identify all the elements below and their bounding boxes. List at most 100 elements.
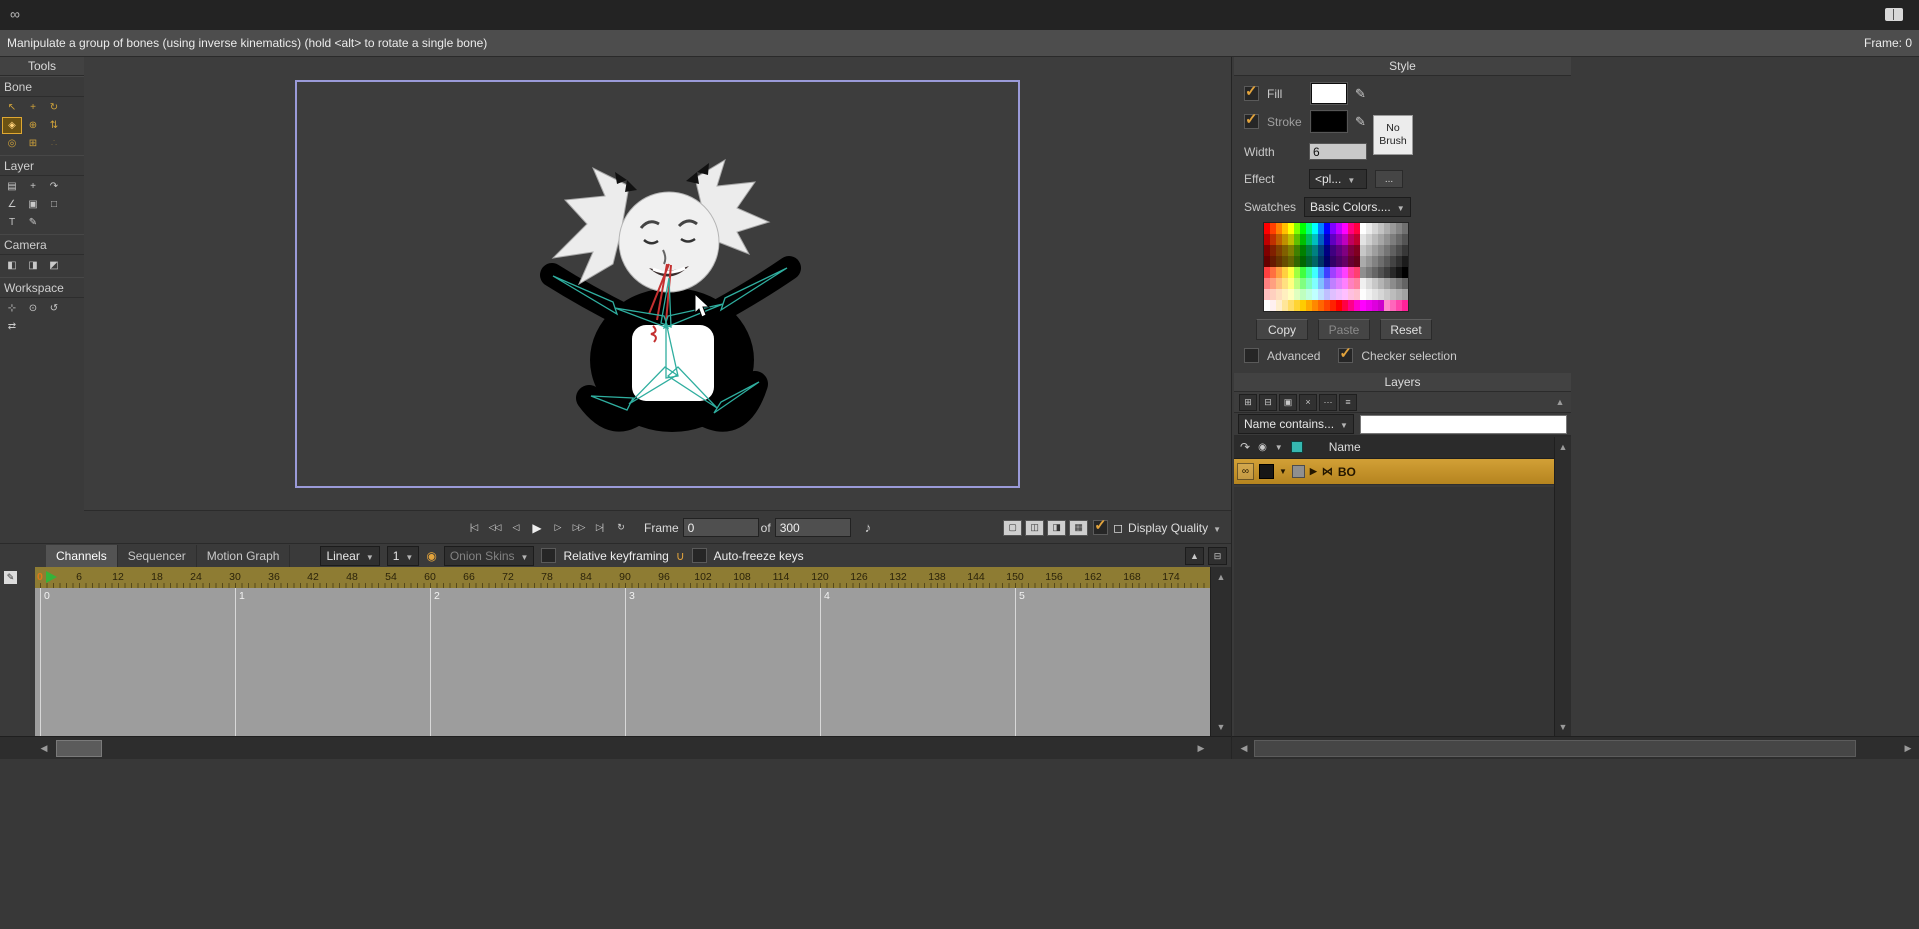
- layer-color-swatch[interactable]: [1259, 464, 1274, 479]
- more-layer-options-button[interactable]: ⋯: [1319, 394, 1337, 411]
- loop-button[interactable]: ↻: [611, 519, 630, 537]
- scroll-left-arrow[interactable]: [1236, 740, 1252, 756]
- fill-checkbox[interactable]: [1244, 86, 1259, 101]
- total-frames-input[interactable]: [775, 518, 851, 537]
- visibility-column-icon[interactable]: ◉: [1258, 442, 1267, 453]
- effect-dropdown[interactable]: <pl...: [1309, 169, 1367, 189]
- draw-tool[interactable]: ✎: [23, 214, 43, 231]
- rotate-layer-tool[interactable]: ↷: [44, 178, 64, 195]
- collapse-timeline-button[interactable]: ▲: [1185, 547, 1204, 565]
- relative-keyframing-checkbox[interactable]: [541, 548, 556, 563]
- stroke-width-input[interactable]: [1309, 143, 1367, 160]
- transform-layer-tool[interactable]: +: [23, 178, 43, 195]
- orbit-workspace-tool[interactable]: ⇄: [2, 318, 22, 335]
- color-swatch[interactable]: [1402, 278, 1408, 289]
- duplicate-layer-button[interactable]: ▣: [1279, 394, 1297, 411]
- translate-bone-tool[interactable]: +: [23, 99, 43, 116]
- color-swatch[interactable]: [1402, 300, 1408, 311]
- color-swatch[interactable]: [1402, 245, 1408, 256]
- tab-channels[interactable]: Channels: [46, 545, 118, 567]
- scroll-right-arrow[interactable]: [1193, 740, 1209, 756]
- bind-points-tool[interactable]: ∴: [44, 135, 64, 152]
- paste-style-button[interactable]: Paste: [1318, 319, 1370, 340]
- go-to-start-button[interactable]: |◁: [464, 519, 483, 537]
- frame-input[interactable]: [683, 518, 759, 537]
- pan-workspace-tool[interactable]: ⊹: [2, 300, 22, 317]
- onion-skins-dropdown[interactable]: Onion Skins: [444, 546, 535, 566]
- manipulate-bones-tool[interactable]: ◈: [2, 117, 22, 134]
- tab-sequencer[interactable]: Sequencer: [118, 545, 197, 567]
- rotate-bone-tool[interactable]: ↻: [44, 99, 64, 116]
- scroll-up-arrow[interactable]: [1555, 439, 1571, 455]
- color-swatch[interactable]: [1402, 256, 1408, 267]
- cycle-count-dropdown[interactable]: 1: [387, 546, 420, 566]
- bone-strength-tool[interactable]: ◎: [2, 135, 22, 152]
- copy-style-button[interactable]: Copy: [1256, 319, 1308, 340]
- crop-layer-tool[interactable]: □: [44, 196, 64, 213]
- fill-color-swatch[interactable]: [1311, 83, 1347, 104]
- edit-channels-icon[interactable]: ✎: [4, 571, 17, 584]
- zoom-workspace-tool[interactable]: ⊙: [23, 300, 43, 317]
- view-layout-split2-button[interactable]: ◫: [1025, 520, 1044, 536]
- prev-frame-button[interactable]: ◁: [506, 519, 525, 537]
- audio-toggle-icon[interactable]: ♪: [865, 520, 872, 535]
- next-keyframe-button[interactable]: ▷▷: [569, 519, 588, 537]
- color-swatch[interactable]: [1402, 223, 1408, 234]
- library-book-icon[interactable]: [1885, 8, 1903, 21]
- zoom-camera-tool[interactable]: ◨: [23, 257, 43, 274]
- reorder-column-icon[interactable]: ↷: [1240, 440, 1250, 454]
- timeline-horizontal-scrollbar[interactable]: [0, 736, 1231, 759]
- frame-ruler[interactable]: 0612182430364248546066727884909610210811…: [35, 567, 1211, 589]
- layer-expand-arrow-icon[interactable]: ▼: [1279, 467, 1287, 476]
- color-swatch[interactable]: [1402, 234, 1408, 245]
- selection-color-icon[interactable]: [1291, 441, 1303, 453]
- play-button[interactable]: ▶: [527, 519, 546, 537]
- layer-row[interactable]: ∞▼▶⋈BO: [1234, 459, 1571, 485]
- layer-comps-button[interactable]: ≡: [1339, 394, 1357, 411]
- scroll-thumb[interactable]: [1254, 740, 1856, 757]
- new-group-button[interactable]: ⊟: [1259, 394, 1277, 411]
- layer-visibility-swatch[interactable]: [1292, 465, 1305, 478]
- shear-layer-tool[interactable]: ∠: [2, 196, 22, 213]
- text-tool[interactable]: T: [2, 214, 22, 231]
- flip-layer-tool[interactable]: ▣: [23, 196, 43, 213]
- name-contains-dropdown[interactable]: Name contains...: [1238, 414, 1354, 434]
- safe-area-icon[interactable]: ◻: [1113, 521, 1123, 535]
- scroll-down-arrow[interactable]: [1213, 719, 1229, 735]
- go-to-end-button[interactable]: ▷|: [590, 519, 609, 537]
- swatches-dropdown[interactable]: Basic Colors....: [1304, 197, 1411, 217]
- scroll-up-arrow[interactable]: [1213, 569, 1229, 585]
- view-layout-quad-button[interactable]: ▦: [1069, 520, 1088, 536]
- checker-selection-checkbox[interactable]: [1338, 348, 1353, 363]
- scroll-left-arrow[interactable]: [36, 740, 52, 756]
- playhead-marker[interactable]: [46, 571, 57, 583]
- layer-name[interactable]: BO: [1338, 465, 1356, 479]
- effect-more-button[interactable]: ...: [1375, 170, 1403, 188]
- delete-layer-button[interactable]: ×: [1299, 394, 1317, 411]
- tab-motion-graph[interactable]: Motion Graph: [197, 545, 291, 567]
- advanced-checkbox[interactable]: [1244, 348, 1259, 363]
- layer-animate-icon[interactable]: ▶: [1310, 466, 1317, 477]
- interpolation-dropdown[interactable]: Linear: [320, 546, 379, 566]
- view-layout-single-button[interactable]: ▢: [1003, 520, 1022, 536]
- color-swatch[interactable]: [1402, 267, 1408, 278]
- timeline-tracks[interactable]: 012345: [35, 588, 1211, 737]
- display-quality-label[interactable]: Display Quality: [1128, 521, 1208, 535]
- layer-search-input[interactable]: [1360, 415, 1567, 434]
- stage-frame[interactable]: [295, 80, 1020, 488]
- bind-layer-tool[interactable]: ⊞: [23, 135, 43, 152]
- new-layer-button[interactable]: ⊞: [1239, 394, 1257, 411]
- scroll-right-arrow[interactable]: [1900, 740, 1916, 756]
- rotate-workspace-tool[interactable]: ↺: [44, 300, 64, 317]
- stroke-color-swatch[interactable]: [1311, 111, 1347, 132]
- roll-camera-tool[interactable]: ◩: [44, 257, 64, 274]
- layer-link-icon[interactable]: ∞: [1237, 463, 1254, 480]
- header-dropdown-arrow-icon[interactable]: ▼: [1275, 443, 1283, 452]
- stro ke-checkbox[interactable]: [1244, 114, 1259, 129]
- prev-keyframe-button[interactable]: ◁◁: [485, 519, 504, 537]
- display-quality-checkbox[interactable]: [1093, 520, 1108, 535]
- color-swatch[interactable]: [1402, 289, 1408, 300]
- dock-horizontal-scrollbar[interactable]: [1232, 736, 1919, 759]
- translate-layer-tool[interactable]: ▤: [2, 178, 22, 195]
- keyframe-icon[interactable]: ◉: [426, 549, 436, 563]
